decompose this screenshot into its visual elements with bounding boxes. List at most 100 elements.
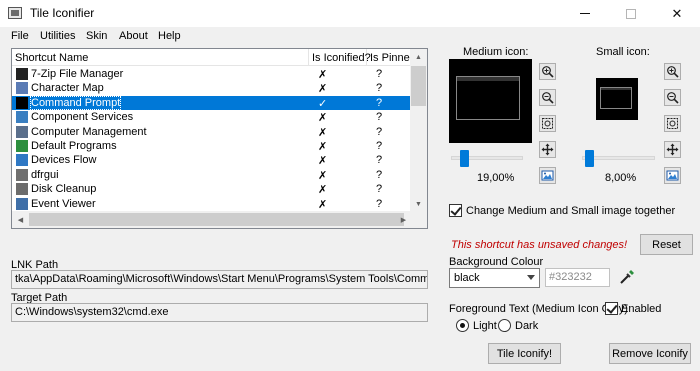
small-fit-button[interactable] bbox=[664, 115, 681, 132]
list-item[interactable]: Default Programs ✗? bbox=[12, 139, 412, 153]
medium-slider-thumb[interactable] bbox=[460, 150, 470, 167]
unsaved-changes-warning: This shortcut has unsaved changes! bbox=[451, 239, 628, 251]
medium-image-button[interactable] bbox=[539, 167, 556, 184]
foreground-dark-radio[interactable] bbox=[498, 319, 511, 332]
list-item[interactable]: Event Viewer ✗? bbox=[12, 197, 412, 211]
medium-zoom-value: 19,00% bbox=[477, 172, 515, 184]
medium-move-button[interactable] bbox=[539, 141, 556, 158]
close-button[interactable]: ✕ bbox=[654, 0, 700, 27]
list-item[interactable]: Disk Cleanup ✗? bbox=[12, 182, 412, 196]
7zip-icon bbox=[16, 68, 28, 80]
medium-icon-preview bbox=[449, 59, 532, 143]
maximize-icon bbox=[626, 8, 636, 19]
small-icon-preview bbox=[596, 78, 638, 120]
foreground-text-label: Foreground Text (Medium Icon Only) bbox=[449, 303, 628, 315]
medium-fit-button[interactable] bbox=[539, 115, 556, 132]
small-zoom-value: 8,00% bbox=[605, 172, 637, 184]
vertical-scrollbar[interactable]: ▲ ▼ bbox=[410, 49, 427, 213]
is-pinned-value: ? bbox=[376, 96, 383, 109]
list-item[interactable]: Command Prompt ✓? bbox=[12, 95, 412, 111]
close-icon: ✕ bbox=[671, 5, 683, 21]
list-item[interactable]: Computer Management ✗? bbox=[12, 125, 412, 139]
component-services-icon bbox=[16, 111, 28, 124]
small-zoom-slider[interactable] bbox=[582, 149, 655, 169]
minimize-button[interactable] bbox=[562, 0, 608, 27]
list-item[interactable]: Devices Flow ✗? bbox=[12, 153, 412, 167]
maximize-button[interactable] bbox=[608, 0, 654, 27]
default-programs-icon bbox=[16, 139, 28, 152]
menu-file[interactable]: File bbox=[11, 30, 29, 42]
menu-bar: File Utilities Skin About Help bbox=[0, 27, 700, 45]
fit-icon bbox=[667, 118, 678, 129]
title-bar: Tile Iconifier ✕ bbox=[0, 0, 700, 27]
lnk-path-field[interactable]: tka\AppData\Roaming\Microsoft\Windows\St… bbox=[11, 270, 428, 289]
is-pinned-value: ? bbox=[376, 168, 383, 181]
console-window-small-graphic bbox=[600, 87, 632, 109]
zoom-in-icon bbox=[542, 66, 554, 78]
background-hex-input[interactable]: #323232 bbox=[545, 268, 610, 287]
medium-zoom-in-button[interactable] bbox=[539, 63, 556, 80]
list-item[interactable]: 7-Zip File Manager ✗? bbox=[12, 67, 412, 81]
shortcut-name: Character Map bbox=[31, 82, 104, 95]
image-icon bbox=[541, 170, 554, 181]
list-item[interactable]: Component Services ✗? bbox=[12, 110, 412, 124]
chevron-down-icon bbox=[527, 275, 535, 280]
console-window-graphic bbox=[456, 76, 520, 120]
fit-icon bbox=[542, 118, 553, 129]
medium-icon-label: Medium icon: bbox=[463, 46, 529, 58]
scroll-left-icon[interactable]: ◀ bbox=[12, 211, 29, 228]
small-zoom-out-button[interactable] bbox=[664, 89, 681, 106]
window-title: Tile Iconifier bbox=[30, 6, 95, 20]
is-pinned-value: ? bbox=[376, 111, 383, 124]
is-iconified-value: ✗ bbox=[318, 112, 328, 125]
small-zoom-in-button[interactable] bbox=[664, 63, 681, 80]
computer-management-icon bbox=[16, 125, 28, 138]
shortcut-name: Computer Management bbox=[31, 125, 147, 138]
foreground-light-label[interactable]: Light bbox=[473, 320, 497, 332]
change-together-label[interactable]: Change Medium and Small image together bbox=[466, 205, 675, 217]
background-colour-select[interactable]: black bbox=[449, 268, 540, 288]
column-is-iconified[interactable]: Is Iconified? bbox=[309, 49, 371, 66]
small-slider-thumb[interactable] bbox=[585, 150, 595, 167]
shortcut-list[interactable]: Shortcut Name Is Iconified? Is Pinned? 7… bbox=[11, 48, 428, 229]
is-iconified-value: ✗ bbox=[318, 184, 328, 197]
tile-iconify-button[interactable]: Tile Iconify! bbox=[488, 343, 561, 364]
list-item[interactable]: dfrgui ✗? bbox=[12, 168, 412, 182]
menu-skin[interactable]: Skin bbox=[86, 30, 107, 42]
reset-button[interactable]: Reset bbox=[640, 234, 693, 255]
column-shortcut-name[interactable]: Shortcut Name bbox=[12, 49, 309, 66]
foreground-enabled-checkbox[interactable] bbox=[605, 302, 618, 315]
medium-zoom-slider[interactable] bbox=[451, 149, 523, 169]
menu-about[interactable]: About bbox=[119, 30, 148, 42]
eyedropper-button[interactable] bbox=[618, 268, 636, 286]
zoom-out-icon bbox=[667, 92, 679, 104]
list-item[interactable]: Character Map ✗? bbox=[12, 81, 412, 95]
medium-zoom-out-button[interactable] bbox=[539, 89, 556, 106]
foreground-enabled-label[interactable]: Enabled bbox=[621, 303, 661, 315]
remove-iconify-button[interactable]: Remove Iconify bbox=[609, 343, 691, 364]
move-icon bbox=[666, 143, 679, 156]
foreground-light-radio[interactable] bbox=[456, 319, 469, 332]
menu-utilities[interactable]: Utilities bbox=[40, 30, 75, 42]
small-move-button[interactable] bbox=[664, 141, 681, 158]
horizontal-scroll-thumb[interactable] bbox=[29, 213, 404, 226]
dfrgui-icon bbox=[16, 168, 28, 181]
is-iconified-value: ✗ bbox=[318, 198, 328, 211]
move-icon bbox=[541, 143, 554, 156]
is-pinned-value: ? bbox=[376, 197, 383, 210]
change-together-checkbox[interactable] bbox=[449, 204, 462, 217]
is-iconified-value: ✗ bbox=[318, 169, 328, 182]
command-prompt-icon bbox=[16, 96, 28, 109]
app-icon bbox=[8, 7, 22, 19]
scroll-up-icon[interactable]: ▲ bbox=[410, 49, 427, 66]
small-image-button[interactable] bbox=[664, 167, 681, 184]
vertical-scroll-thumb[interactable] bbox=[411, 66, 426, 106]
menu-help[interactable]: Help bbox=[158, 30, 181, 42]
target-path-field[interactable]: C:\Windows\system32\cmd.exe bbox=[11, 303, 428, 322]
shortcut-name: Event Viewer bbox=[31, 197, 96, 210]
shortcut-name: Command Prompt bbox=[29, 95, 122, 110]
is-iconified-value: ✗ bbox=[318, 69, 328, 81]
foreground-dark-label[interactable]: Dark bbox=[515, 320, 538, 332]
is-pinned-value: ? bbox=[376, 154, 383, 167]
horizontal-scrollbar[interactable]: ◀ ▶ bbox=[12, 211, 427, 228]
